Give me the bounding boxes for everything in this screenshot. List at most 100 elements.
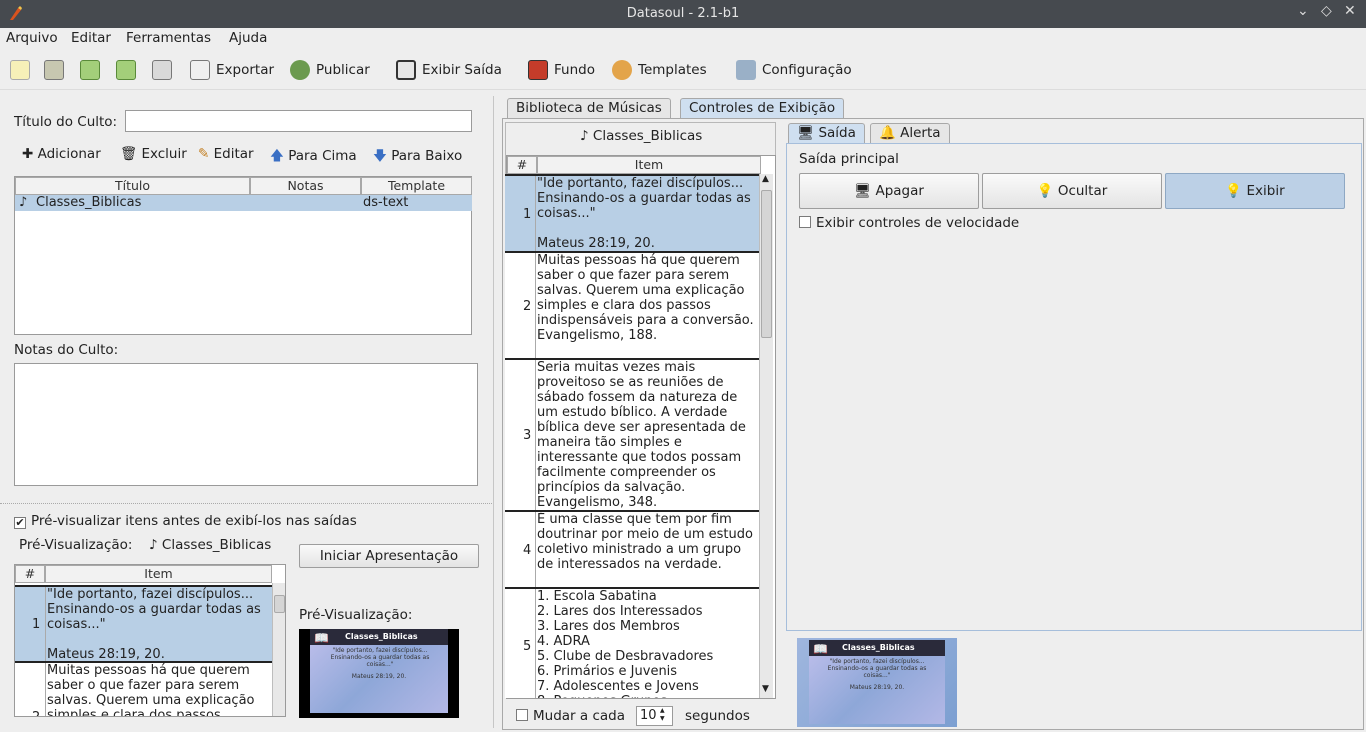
ocultar-button[interactable]: 💡 Ocultar [982, 173, 1162, 209]
save-button[interactable] [80, 57, 106, 83]
preview-image-label: Pré-Visualização: [299, 607, 413, 623]
row-number: 2 [523, 299, 532, 314]
notas-culto-textarea[interactable] [14, 363, 478, 486]
editar-button[interactable]: ✎ Editar [198, 146, 254, 162]
col-num[interactable]: # [15, 565, 45, 583]
col-titulo[interactable]: Título [15, 177, 250, 195]
apagar-button[interactable]: 🖥 Apagar [799, 173, 979, 209]
table-row[interactable]: 2 Muitas pessoas há que querem saber o q… [15, 661, 272, 716]
table-row[interactable]: 4É uma classe que tem por fim doutrinar … [505, 510, 759, 587]
titulo-culto-label: Título do Culto: [14, 114, 118, 130]
para-baixo-label: Para Baixo [391, 148, 463, 164]
table-row[interactable]: 5 1. Escola Sabatina 2. Lares dos Interes… [505, 587, 759, 698]
table-row[interactable]: 3 Seria muitas vezes mais proveitoso se a… [505, 358, 759, 510]
table-row[interactable]: 1 "Ide portanto, fazei discípulos... Ensi… [505, 174, 759, 251]
configuracao-button[interactable]: Configuração [736, 57, 852, 83]
maximize-icon[interactable]: ◇ [1321, 3, 1332, 19]
lightbulb-off-icon: 💡 [1036, 183, 1054, 199]
print-button[interactable] [152, 57, 178, 83]
preview-scrollbar[interactable] [272, 583, 285, 716]
templates-button[interactable]: Templates [612, 57, 707, 83]
culto-table[interactable]: Título Notas Template ♪ Classes_Biblicas… [14, 176, 472, 335]
table-row[interactable]: 2 Muitas pessoas há que querem saber o qu… [505, 251, 759, 358]
mudar-checkbox[interactable]: Mudar a cada [516, 708, 625, 724]
open-button[interactable] [44, 57, 70, 83]
song-title-label: Classes_Biblicas [592, 128, 703, 144]
preview-song: ♪ Classes_Biblicas [149, 537, 271, 553]
book-icon: 📖 [813, 642, 828, 656]
fundo-button[interactable]: Fundo [528, 57, 595, 83]
scroll-down-icon[interactable]: ▼ [762, 684, 769, 694]
adicionar-label: Adicionar [37, 146, 101, 162]
col-notas[interactable]: Notas [250, 177, 361, 195]
velocidade-checkbox[interactable]: Exibir controles de velocidade [799, 215, 1019, 231]
titulo-culto-input[interactable] [125, 110, 472, 132]
publicar-button[interactable]: Publicar [290, 57, 370, 83]
tab-biblioteca[interactable]: Biblioteca de Músicas [507, 98, 671, 118]
culto-panel: Título do Culto: ✚ Adicionar 🗑 Excluir ✎… [0, 96, 494, 506]
saida-principal-label: Saída principal [799, 151, 899, 167]
col-item[interactable]: Item [45, 565, 272, 583]
col-num[interactable]: # [507, 156, 537, 174]
menu-arquivo[interactable]: Arquivo [6, 30, 58, 46]
row-number: 3 [523, 428, 532, 443]
ocultar-label: Ocultar [1057, 183, 1108, 199]
checkbox-checked-icon: ✔ [14, 516, 26, 529]
menu-bar: Arquivo Editar Ferramentas Ajuda [0, 28, 1366, 50]
row-titulo: Classes_Biblicas [36, 195, 142, 210]
monitor-icon: 🖥 [854, 183, 872, 199]
scroll-up-icon[interactable]: ▲ [762, 174, 769, 184]
row-number: 4 [523, 543, 532, 558]
save-as-icon [116, 60, 136, 80]
preview-checkbox[interactable]: ✔ Pré-visualizar itens antes de exibí-los… [14, 513, 357, 529]
para-cima-button[interactable]: 🡅 Para Cima [270, 146, 357, 169]
arrow-down-icon: 🡇 [373, 148, 387, 164]
menu-ferramentas[interactable]: Ferramentas [126, 30, 211, 46]
save-as-button[interactable] [116, 57, 142, 83]
row-text: 1. Escola Sabatina 2. Lares dos Interess… [535, 589, 758, 698]
minimize-icon[interactable]: ⌄ [1297, 3, 1309, 19]
background-icon [528, 60, 548, 80]
auto-advance-row: Mudar a cada 10 ▲ ▼ segundos [516, 706, 776, 728]
tab-alerta[interactable]: 🔔 Alerta [870, 123, 950, 143]
song-list-scrollbar[interactable]: ▲ ▼ [759, 174, 773, 698]
exibir-saida-label: Exibir Saída [422, 62, 502, 78]
menu-ajuda[interactable]: Ajuda [229, 30, 267, 46]
export-icon [190, 60, 210, 80]
excluir-button[interactable]: 🗑 Excluir [120, 146, 187, 162]
preview-table[interactable]: # Item 1 "Ide portanto, fazei discípulos… [14, 564, 286, 717]
tab-controles[interactable]: Controles de Exibição [680, 98, 845, 118]
col-template[interactable]: Template [361, 177, 472, 195]
new-button[interactable] [10, 57, 36, 83]
tab-saida-label: Saída [818, 125, 856, 141]
tab-saida[interactable]: 🖥 Saída [788, 123, 865, 143]
splitter[interactable] [0, 503, 494, 507]
arrow-up-icon: 🡅 [270, 148, 284, 164]
output-panel: 🖥 Saída 🔔 Alerta Saída principal 🖥 Apaga… [784, 120, 1362, 632]
output-slide-image: 📖 Classes_Biblicas "Ide portanto, fazei … [797, 638, 957, 727]
publicar-label: Publicar [316, 62, 370, 78]
exibir-button[interactable]: 💡 Exibir [1165, 173, 1345, 209]
scroll-thumb[interactable] [761, 190, 772, 338]
adicionar-button[interactable]: ✚ Adicionar [22, 146, 101, 162]
slide-body: "Ide portanto, fazei discípulos... Ensin… [330, 647, 430, 668]
col-item[interactable]: Item [537, 156, 761, 174]
table-row[interactable]: 1 "Ide portanto, fazei discípulos... Ens… [15, 585, 272, 662]
menu-editar[interactable]: Editar [71, 30, 111, 46]
para-baixo-button[interactable]: 🡇 Para Baixo [373, 146, 462, 169]
exportar-button[interactable]: Exportar [190, 57, 274, 83]
close-icon[interactable]: ✕ [1344, 3, 1356, 19]
mudar-spinner[interactable]: 10 [636, 706, 673, 726]
edit-icon: ✎ [198, 146, 210, 162]
scroll-thumb[interactable] [274, 595, 285, 613]
tools-icon [736, 60, 756, 80]
spinner-arrows-icon[interactable]: ▲ ▼ [660, 707, 665, 723]
globe-icon [290, 60, 310, 80]
preview-label: Pré-Visualização: [19, 537, 133, 553]
iniciar-apresentacao-button[interactable]: Iniciar Apresentação [299, 544, 479, 568]
window-title: Datasoul - 2.1-b1 [626, 6, 740, 21]
table-row[interactable]: ♪ Classes_Biblicas ds-text [15, 195, 472, 211]
exibir-saida-button[interactable]: Exibir Saída [396, 57, 502, 83]
title-bar: Datasoul - 2.1-b1 ⌄ ◇ ✕ [0, 0, 1366, 28]
music-note-icon: ♪ [149, 537, 158, 553]
